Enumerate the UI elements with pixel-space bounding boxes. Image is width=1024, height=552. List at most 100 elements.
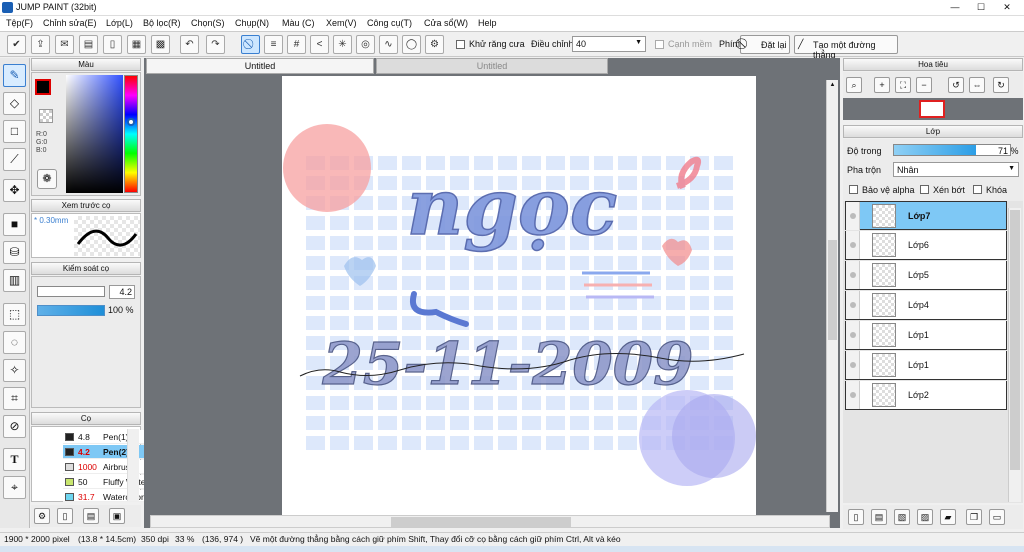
visibility-toggle[interactable] [846,202,860,230]
symmetry-ruler-icon[interactable]: ⚙ [425,35,444,54]
message-icon[interactable]: ▤ [79,35,98,54]
redo-icon[interactable]: ↷ [206,35,225,54]
reset-button[interactable]: ⃠ Đặt lại [740,35,790,54]
size-input[interactable]: 4.2 [109,285,135,299]
bucket-tool-icon[interactable]: ⛁ [3,241,26,264]
layer-row[interactable]: Lớp2 [845,381,1007,410]
grid-ruler-icon[interactable]: # [287,35,306,54]
ruler-off-icon[interactable]: ⃠ [241,35,260,54]
menu-color[interactable]: Màu (C) [282,18,315,28]
new-folder-icon[interactable]: ▰ [940,509,956,525]
layer-opacity-slider[interactable] [893,144,1011,156]
select-tool-icon[interactable]: ⬚ [3,303,26,326]
duplicate-layer-icon[interactable]: ❐ [966,509,982,525]
comment-icon[interactable]: ✉ [55,35,74,54]
perspective-ruler-icon[interactable]: < [310,35,329,54]
eraser-tool-icon[interactable]: ◇ [3,92,26,115]
fill-rect-tool-icon[interactable]: ■ [3,213,26,236]
menu-select[interactable]: Chọn(S) [191,18,225,28]
concentric-ruler-icon[interactable]: ◎ [356,35,375,54]
lasso-tool-icon[interactable]: ◌ [3,331,26,354]
new-raster-icon[interactable]: ▤ [871,509,887,525]
text-tool-icon[interactable]: T [3,448,26,471]
clip-checkbox[interactable] [920,185,929,194]
visibility-toggle[interactable] [846,261,860,289]
menu-layer[interactable]: Lớp(L) [106,18,133,28]
delete-layer-icon[interactable]: ▭ [989,509,1005,525]
maximize-icon[interactable]: ☐ [968,0,994,15]
lock-checkbox[interactable] [973,185,982,194]
undo-icon[interactable]: ↶ [180,35,199,54]
brush-list-scrollbar[interactable] [127,429,139,501]
hue-slider[interactable] [124,75,138,193]
navigator-preview[interactable] [843,98,1023,120]
new-halftone-icon[interactable]: ▧ [894,509,910,525]
new-layer-icon[interactable]: ▯ [848,509,864,525]
menu-view[interactable]: Xem(V) [326,18,357,28]
brush-item-selected[interactable]: 4.2 Pen(2) [63,445,157,459]
menu-capture[interactable]: Chụp(N) [235,18,269,28]
move-tool-icon[interactable]: ✥ [3,179,26,202]
canvas-vertical-scrollbar[interactable]: ▲ [826,80,838,512]
new-screentone-icon[interactable]: ▨ [917,509,933,525]
layer-row[interactable]: Lớp4 [845,291,1007,320]
menu-edit[interactable]: Chỉnh sửa(E) [43,18,97,28]
brush-tool-icon[interactable]: ✎ [3,64,26,87]
eyedropper-tool-icon[interactable]: ⌖ [3,476,26,499]
rotate-right-icon[interactable]: ↻ [993,77,1009,93]
gradient-tool-icon[interactable]: ▥ [3,269,26,292]
adjust-select[interactable]: 40 ▼ [572,36,646,52]
canvas-horizontal-scrollbar[interactable] [150,515,830,528]
rotate-left-icon[interactable]: ↺ [948,77,964,93]
close-icon[interactable]: ✕ [994,0,1020,15]
menu-filter[interactable]: Bộ lọc(R) [143,18,181,28]
opacity-slider[interactable] [37,305,105,316]
layer-scroll-thumb[interactable] [1010,210,1020,470]
copy-brush-icon[interactable]: ▤ [83,508,99,524]
menu-file[interactable]: Tệp(F) [6,18,33,28]
rect-select-tool-icon[interactable]: □ [3,120,26,143]
foreground-swatch[interactable] [35,79,51,95]
visibility-toggle[interactable] [846,321,860,349]
visibility-toggle[interactable] [846,381,860,409]
menu-tools[interactable]: Công cụ(T) [367,18,412,28]
brush-item[interactable]: 50Fluffy Watercolor [63,475,157,489]
select-eraser-tool-icon[interactable]: ⊘ [3,415,26,438]
delete-brush-icon[interactable]: ▣ [109,508,125,524]
soft-edge-checkbox[interactable] [655,40,664,49]
blend-select[interactable]: Nhân ▼ [893,162,1019,177]
straight-line-button[interactable]: ╱ Tạo một đường thẳng [794,35,898,60]
antialias-checkbox[interactable] [456,40,465,49]
check-icon[interactable]: ✔ [7,35,26,54]
minimize-icon[interactable]: — [942,0,968,15]
frame-icon[interactable]: ▦ [127,35,146,54]
protect-alpha-checkbox[interactable] [849,185,858,194]
layer-row[interactable]: Lớp5 [845,261,1007,290]
size-slider[interactable] [37,286,105,297]
line-tool-icon[interactable]: ⟋ [3,148,26,171]
menu-help[interactable]: Help [478,18,497,28]
visibility-toggle[interactable] [846,351,860,379]
curve-ruler-icon[interactable]: ∿ [379,35,398,54]
layer-row-selected[interactable]: Lớp7 [845,201,1007,230]
new-brush-icon[interactable]: ▯ [57,508,73,524]
layer-row[interactable]: Lớp1 [845,321,1007,350]
select-pen-tool-icon[interactable]: ⌗ [3,387,26,410]
radial-ruler-icon[interactable]: ✳ [333,35,352,54]
layer-scrollbar[interactable] [1008,208,1021,502]
zoom-out-icon[interactable]: − [916,77,932,93]
layer-row[interactable]: Lớp1 [845,351,1007,380]
tab-untitled-active[interactable]: Untitled [146,58,374,74]
brush-item[interactable]: 31.7 Watercolor ( [63,490,157,502]
tab-untitled[interactable]: Untitled [376,58,608,74]
brush-item[interactable]: 1000 Airbrush [63,460,157,474]
hue-slider-handle[interactable] [127,118,135,126]
export-icon[interactable]: ⇪ [31,35,50,54]
navigator-viewport[interactable] [919,100,945,118]
visibility-toggle[interactable] [846,231,860,259]
menu-window[interactable]: Cửa sổ(W) [424,18,468,28]
ellipse-ruler-icon[interactable]: ◯ [402,35,421,54]
flip-icon[interactable]: ⇔ [969,77,985,93]
vscroll-thumb[interactable] [828,240,837,340]
layer-row[interactable]: Lớp6 [845,231,1007,260]
